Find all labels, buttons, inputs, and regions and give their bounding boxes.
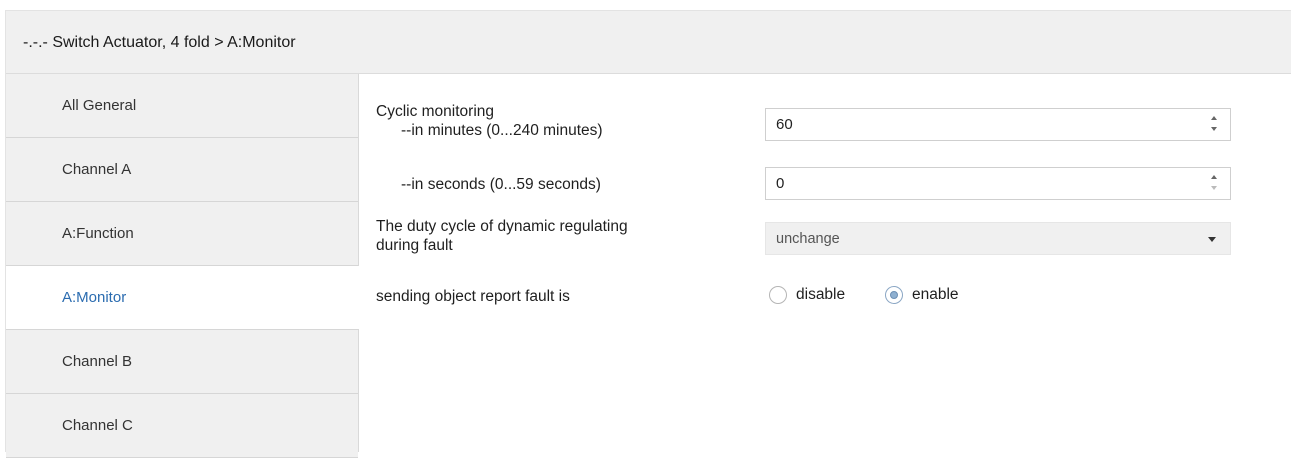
sidebar-item-a-monitor[interactable]: A:Monitor (6, 266, 359, 330)
chevron-down-icon (1208, 237, 1216, 242)
duty-cycle-value: unchange (776, 231, 840, 247)
sidebar-item-label: Channel B (62, 353, 133, 370)
duty-cycle-label-line1: The duty cycle of dynamic regulating (376, 218, 628, 235)
duty-cycle-label-line2: during fault (376, 237, 453, 254)
radio-disable-label: disable (796, 286, 846, 303)
radio-circle-icon[interactable] (769, 286, 787, 304)
minutes-stepper[interactable]: 60 (765, 108, 1231, 141)
sidebar-item-channel-a[interactable]: Channel A (6, 138, 358, 202)
increment-icon[interactable] (1211, 116, 1217, 120)
sidebar-item-label: All General (62, 97, 137, 114)
decrement-icon[interactable] (1211, 127, 1217, 131)
minutes-spin-buttons[interactable] (1210, 115, 1220, 135)
sidebar-item-all-general[interactable]: All General (6, 74, 358, 138)
cyclic-monitoring-label: Cyclic monitoring (376, 103, 495, 120)
seconds-spin-buttons[interactable] (1210, 174, 1220, 194)
seconds-value: 0 (776, 175, 785, 192)
radio-checked-icon[interactable] (885, 286, 903, 304)
sidebar-item-label: Channel C (62, 417, 133, 434)
seconds-stepper[interactable]: 0 (765, 167, 1231, 200)
parameter-panel: Cyclic monitoring --in minutes (0...240 … (359, 74, 1291, 452)
header-bar: -.-.- Switch Actuator, 4 fold > A:Monito… (6, 11, 1291, 74)
minutes-label: --in minutes (0...240 minutes) (401, 122, 603, 139)
page-title: -.-.- Switch Actuator, 4 fold > A:Monito… (23, 34, 296, 51)
sidebar-item-channel-b[interactable]: Channel B (6, 330, 358, 394)
radio-enable-label: enable (912, 286, 959, 303)
report-fault-label: sending object report fault is (376, 288, 570, 305)
minutes-value: 60 (776, 116, 793, 133)
window-frame: -.-.- Switch Actuator, 4 fold > A:Monito… (5, 10, 1291, 458)
sidebar-item-label: A:Monitor (62, 289, 127, 306)
increment-icon[interactable] (1211, 175, 1217, 179)
sidebar-item-label: A:Function (62, 225, 134, 242)
sidebar-item-a-function[interactable]: A:Function (6, 202, 358, 266)
decrement-icon[interactable] (1211, 186, 1217, 190)
sidebar: All General Channel A A:Function A:Monit… (6, 74, 359, 458)
seconds-label: --in seconds (0...59 seconds) (401, 176, 601, 193)
duty-cycle-select[interactable]: unchange (765, 222, 1231, 255)
sidebar-item-label: Channel A (62, 161, 132, 178)
sidebar-item-channel-c[interactable]: Channel C (6, 394, 358, 458)
